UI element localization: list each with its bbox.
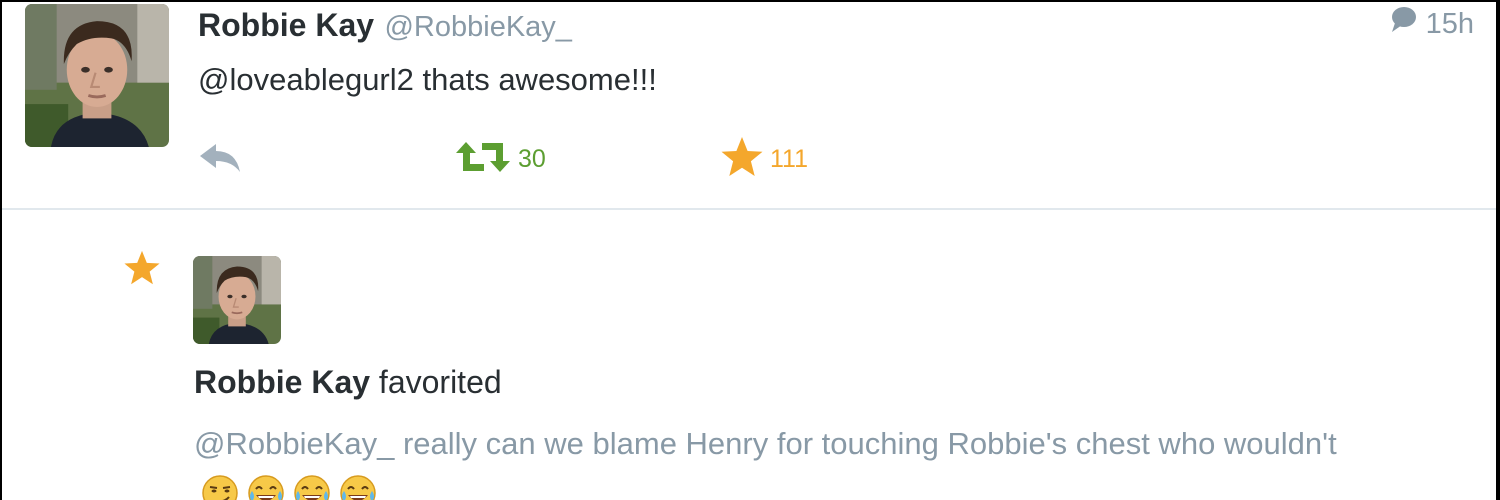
tears-of-joy-emoji [338, 473, 378, 500]
avatar[interactable] [25, 4, 169, 147]
tweet-text: @loveablegurl2 thats awesome!!! [198, 62, 657, 97]
speech-bubble-icon [1390, 4, 1418, 44]
actor-name[interactable]: Robbie Kay [194, 364, 370, 400]
smirking-face-emoji [200, 473, 240, 500]
reply-arrow-icon [198, 140, 244, 179]
tweet-meta: 15h [1390, 4, 1474, 44]
tears-of-joy-emoji [292, 473, 332, 500]
retweet-count: 30 [518, 145, 546, 173]
activity-summary: Robbie Kay favorited [194, 360, 502, 404]
tweet-header: Robbie Kay @RobbieKay_ [198, 4, 572, 46]
timestamp[interactable]: 15h [1426, 4, 1474, 44]
quoted-tweet-text[interactable]: @RobbieKay_ really can we blame Henry fo… [194, 419, 1444, 500]
star-icon [720, 136, 764, 183]
activity-action: favorited [378, 364, 502, 400]
retweet-icon [454, 139, 512, 180]
tears-of-joy-emoji [246, 473, 286, 500]
star-icon [123, 250, 161, 291]
display-name[interactable]: Robbie Kay [198, 7, 374, 43]
reply-button[interactable] [198, 134, 244, 184]
user-handle[interactable]: @RobbieKay_ [384, 11, 571, 43]
favorite-count: 111 [770, 145, 809, 173]
emoji-group [200, 473, 378, 500]
app-frame: Robbie Kay @RobbieKay_ 15h @loveablegurl… [0, 0, 1500, 500]
activity-item[interactable]: Robbie Kay favorited @RobbieKay_ really … [2, 210, 1496, 500]
quoted-text: @RobbieKay_ really can we blame Henry fo… [194, 426, 1337, 461]
avatar[interactable] [193, 256, 281, 344]
tweet[interactable]: Robbie Kay @RobbieKay_ 15h @loveablegurl… [2, 2, 1496, 207]
retweet-button[interactable]: 30 [454, 134, 546, 184]
tweet-actions: 30 111 [2, 134, 1002, 184]
favorite-button[interactable]: 111 [720, 134, 808, 184]
